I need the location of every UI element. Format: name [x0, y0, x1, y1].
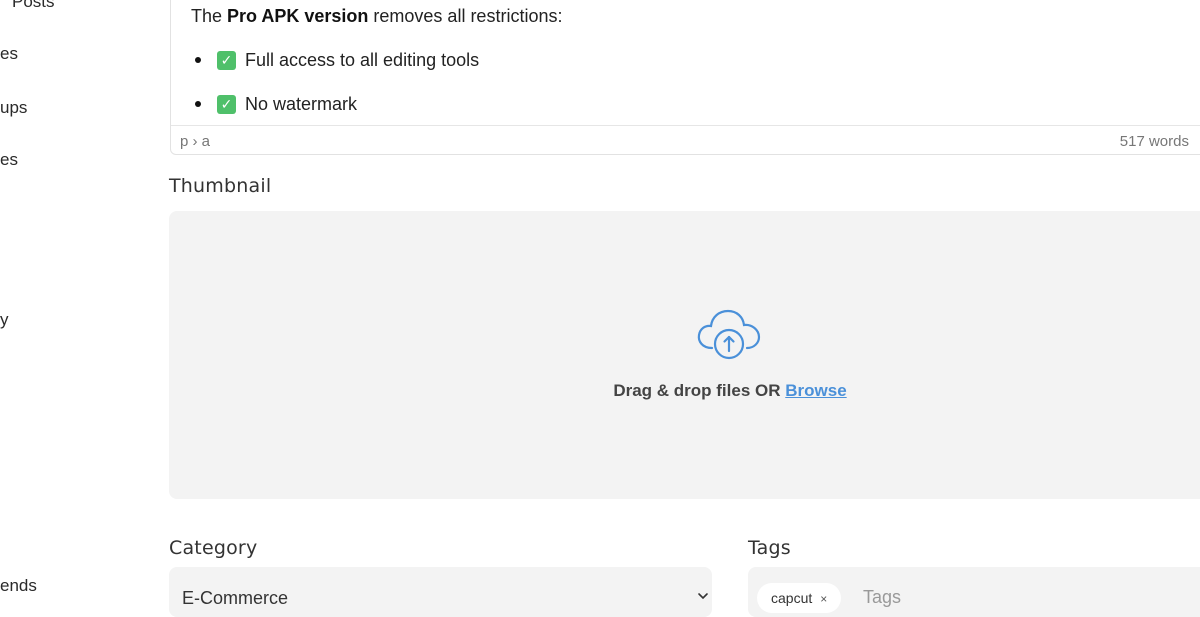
- category-label: Category: [169, 537, 258, 559]
- editor-statusbar: p › a 517 words: [171, 125, 1200, 155]
- tag-chip-label: capcut: [771, 590, 813, 606]
- sidebar-item-friends[interactable]: ends: [0, 576, 37, 596]
- dropzone-text: Drag & drop files OR Browse: [169, 381, 1200, 401]
- tags-label: Tags: [748, 537, 791, 559]
- list-item-text: Full access to all editing tools: [245, 50, 480, 70]
- browse-link[interactable]: Browse: [785, 381, 846, 400]
- tag-remove-icon[interactable]: ×: [820, 592, 827, 606]
- tag-chip: capcut ×: [757, 583, 842, 613]
- tags-input[interactable]: [863, 587, 1063, 608]
- sidebar-item-pages[interactable]: es: [0, 44, 18, 64]
- intro-prefix: The: [191, 6, 228, 26]
- editor-content[interactable]: The Pro APK version removes all restrict…: [191, 5, 562, 27]
- check-mark-icon: ✓: [217, 95, 236, 114]
- category-value: E-Commerce: [182, 588, 289, 608]
- thumbnail-dropzone[interactable]: Drag & drop files OR Browse: [169, 211, 1200, 499]
- sidebar: Posts es ups es y ends: [0, 0, 150, 600]
- cloud-upload-icon: [697, 309, 761, 360]
- sidebar-item-groups[interactable]: ups: [0, 98, 27, 118]
- intro-bold: Pro APK version: [227, 6, 369, 26]
- check-mark-icon: ✓: [217, 51, 236, 70]
- element-path[interactable]: p › a: [180, 133, 210, 150]
- category-select[interactable]: E-Commerce: [169, 567, 712, 617]
- dropzone-instruction: Drag & drop files OR: [613, 381, 786, 400]
- tags-field[interactable]: capcut ×: [748, 567, 1200, 617]
- thumbnail-label: Thumbnail: [169, 175, 272, 197]
- rich-text-editor[interactable]: The Pro APK version removes all restrict…: [170, 0, 1200, 155]
- intro-suffix: removes all restrictions:: [368, 6, 563, 26]
- sidebar-item-posts[interactable]: Posts: [12, 0, 55, 12]
- sidebar-item-pages-2[interactable]: es: [0, 150, 18, 170]
- list-item: ✓ Full access to all editing tools: [194, 49, 480, 93]
- word-count: 517 words: [1119, 133, 1189, 150]
- list-item-text: No watermark: [245, 94, 358, 114]
- editor-paragraph: The Pro APK version removes all restrict…: [191, 5, 562, 27]
- sidebar-item-gallery[interactable]: y: [0, 310, 9, 330]
- editor-bullet-list: ✓ Full access to all editing tools ✓ No …: [194, 49, 480, 137]
